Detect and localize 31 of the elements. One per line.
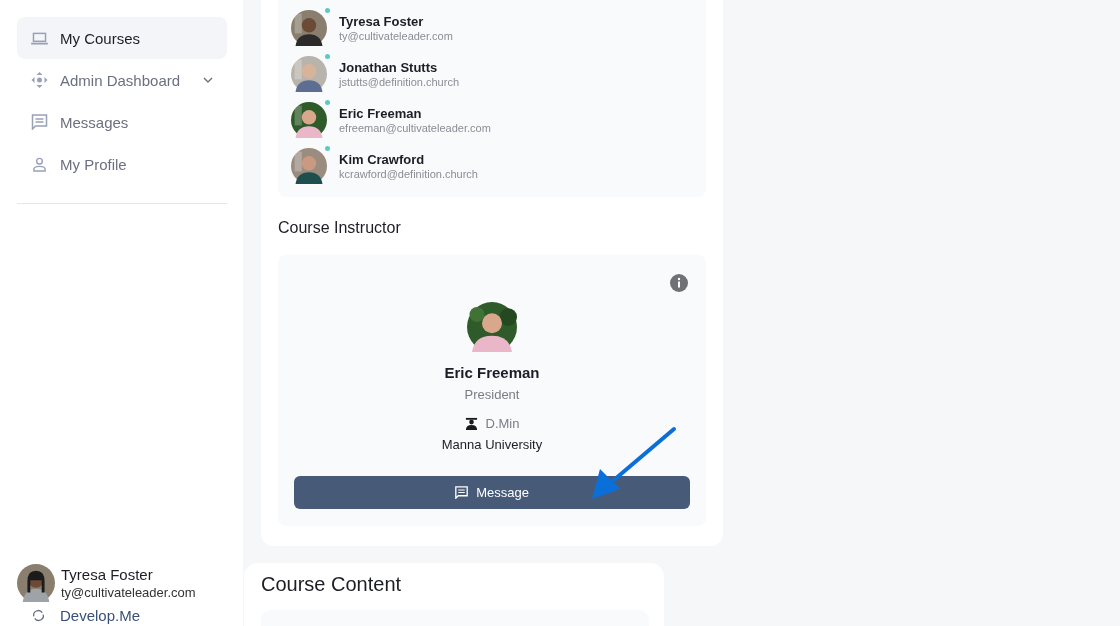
chevron-down-icon — [203, 77, 213, 83]
participant-name: Tyresa Foster — [339, 14, 425, 29]
participant-name: Eric Freeman — [339, 106, 423, 121]
school-name: Manna University — [441, 437, 543, 452]
sidebar-item[interactable]: Messages — [17, 101, 227, 143]
section-heading: Course Instructor — [278, 219, 402, 237]
message-icon — [31, 114, 48, 130]
user-email: ty@cultivateleader.com — [61, 585, 196, 600]
diamond-arrows-icon — [31, 72, 48, 88]
info-icon[interactable] — [670, 274, 688, 292]
sidebar-item[interactable]: My Courses — [17, 17, 227, 59]
laptop-icon — [31, 31, 48, 45]
app-link[interactable]: Develop.Me — [60, 606, 141, 624]
participant-email: ty@cultivateleader.com — [339, 30, 453, 42]
participant-name: Kim Crawford — [339, 152, 426, 167]
message-button[interactable]: Message — [294, 476, 690, 509]
sidebar-item[interactable]: Admin Dashboard — [17, 59, 227, 101]
user-name: Tyresa Foster — [61, 566, 154, 583]
graduate-icon — [464, 417, 478, 430]
participant-name: Jonathan Stutts — [339, 60, 439, 75]
person-icon — [31, 156, 48, 172]
instructor-name: Eric Freeman — [444, 364, 540, 381]
section-heading: Course Content — [261, 573, 403, 596]
participant-email: efreeman@cultivateleader.com — [339, 122, 491, 134]
refresh-icon — [31, 607, 46, 623]
degree-text: D.Min — [485, 416, 520, 431]
sidebar-item[interactable]: My Profile — [17, 143, 227, 185]
message-icon — [455, 486, 469, 499]
participant-email: jstutts@definition.church — [339, 76, 459, 88]
instructor-title: President — [464, 387, 520, 402]
participant-email: kcrawford@definition.church — [339, 168, 478, 180]
